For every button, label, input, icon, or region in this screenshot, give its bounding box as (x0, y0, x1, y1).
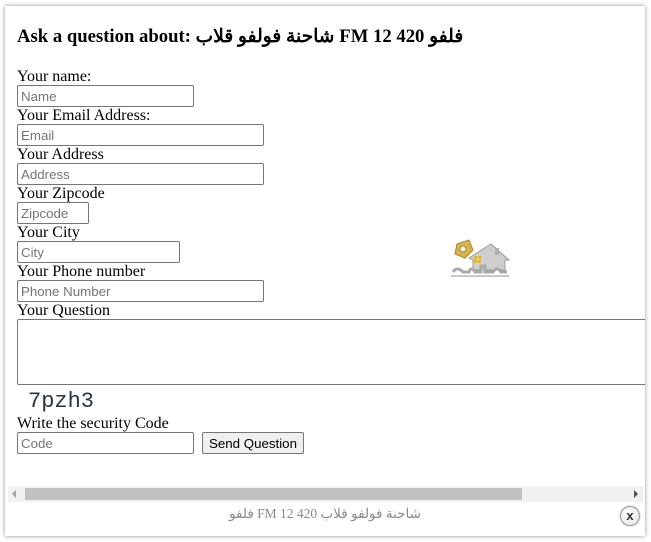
house-key-logo-icon (447, 236, 515, 284)
arrow-left-icon[interactable] (12, 490, 16, 498)
ask-question-modal: Ask a question about: شاحنة فولفو قلاب F… (5, 6, 645, 536)
question-form: Your name: Your Email Address: Your Addr… (17, 68, 645, 454)
address-label: Your Address (17, 146, 104, 163)
address-input[interactable] (17, 163, 264, 185)
modal-caption: شاحنة فولفو قلاب FM 12 420 فلفو (229, 506, 421, 521)
send-question-button[interactable]: Send Question (202, 432, 304, 454)
phone-label: Your Phone number (17, 263, 146, 280)
phone-input[interactable] (17, 280, 264, 302)
name-label: Your name: (17, 68, 92, 85)
city-label: Your City (17, 224, 80, 241)
logo-graphic (451, 239, 511, 277)
name-input[interactable] (17, 85, 194, 107)
security-code-label: Write the security Code (17, 415, 169, 432)
question-textarea[interactable] (17, 319, 645, 385)
scrollbar-thumb[interactable] (25, 488, 522, 500)
city-input[interactable] (17, 241, 180, 263)
zipcode-input[interactable] (17, 202, 89, 224)
modal-title: Ask a question about: شاحنة فولفو قلاب F… (17, 26, 464, 47)
question-label: Your Question (17, 302, 111, 319)
code-row: Send Question (17, 432, 645, 454)
modal-content: Ask a question about: شاحنة فولفو قلاب F… (17, 6, 645, 486)
arrow-right-icon[interactable] (634, 490, 638, 498)
security-code-input[interactable] (17, 432, 194, 454)
captcha-image: 7pzh3 (28, 389, 95, 414)
zipcode-label: Your Zipcode (17, 185, 105, 202)
horizontal-scrollbar[interactable] (8, 486, 643, 502)
email-label: Your Email Address: (17, 107, 151, 124)
close-icon[interactable]: x (620, 506, 640, 526)
email-input[interactable] (17, 124, 264, 146)
